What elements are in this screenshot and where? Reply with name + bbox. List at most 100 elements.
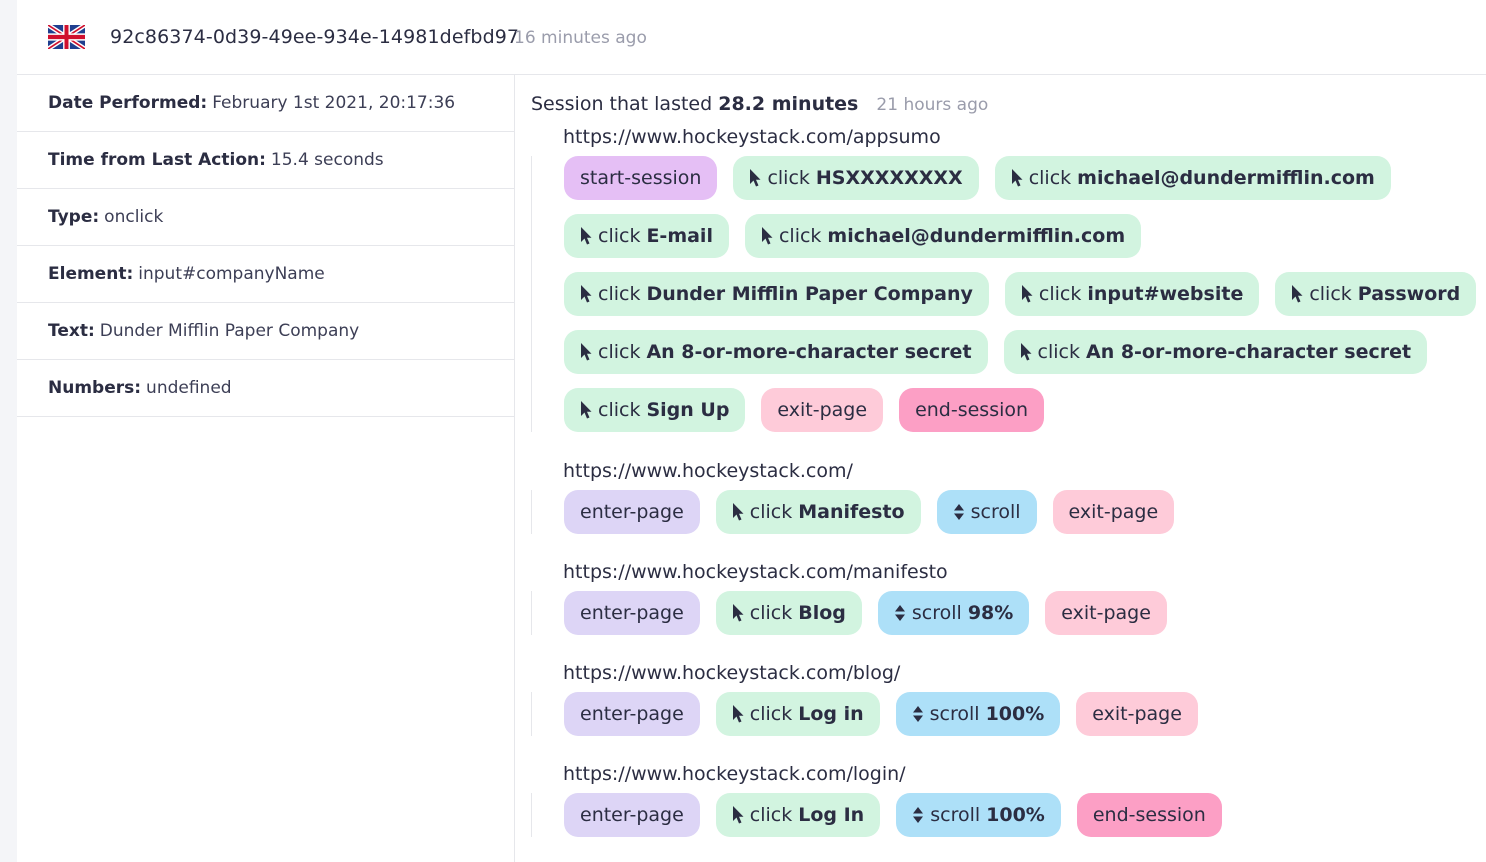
event-label: click [1038,283,1082,305]
event-line: click An 8-or-more-character secret click A… [564,330,1486,374]
event-pill-click[interactable]: click Log In [715,793,881,837]
event-detail: Blog [798,602,846,624]
cursor-icon [581,343,592,361]
event-label: enter-page [580,602,684,624]
event-label: click [749,804,793,826]
session-id: 92c86374-0d39-49ee-934e-14981defbd97 [110,26,520,48]
session-time-ago: 16 minutes ago [514,28,647,48]
session-ago: 21 hours ago [876,95,989,115]
scroll-updown-icon [913,807,924,823]
event-label: scroll [970,501,1021,523]
event-pill-click[interactable]: click An 8-or-more-character secret [564,330,988,374]
detail-row-type: Type: onclick [17,189,514,246]
event-pill-enter-page[interactable]: enter-page [564,490,700,534]
event-label: click [1028,167,1072,189]
event-pill-end-session[interactable]: end-session [899,388,1045,432]
page-url[interactable]: https://www.hockeystack.com/login/ [563,763,1238,793]
event-pill-scroll[interactable]: scroll [936,490,1037,534]
event-label: end-session [915,399,1029,421]
event-detail: input#website [1087,283,1244,305]
page-events: enter-page click Log in scroll 100% exit-page [531,692,1214,736]
event-label: click [598,399,641,421]
page-url[interactable]: https://www.hockeystack.com/manifesto [563,561,1183,591]
event-label: click [767,167,810,189]
event-label: enter-page [580,804,684,826]
event-detail: E-mail [646,225,713,247]
event-pill-click[interactable]: click Log in [715,692,880,736]
event-detail: HSXXXXXXXX [815,167,963,189]
page-visit: https://www.hockeystack.com/manifesto ent… [531,561,1183,649]
page-visit: https://www.hockeystack.com/enter-page cl… [531,460,1190,548]
event-label: scroll [911,602,962,624]
session-timeline: Session that lasted 28.2 minutes 21 hour… [515,75,1486,862]
event-label: click [598,225,641,247]
detail-row-text: Text: Dunder Mifflin Paper Company [17,303,514,360]
event-pill-exit-page[interactable]: exit-page [1076,692,1198,736]
detail-value: February 1st 2021, 20:17:36 [212,93,456,113]
event-detail: michael@dundermifflin.com [1077,167,1375,189]
event-pill-click[interactable]: click Password [1275,272,1477,316]
detail-row-date: Date Performed: February 1st 2021, 20:17… [17,75,514,132]
detail-value: Dunder Mifflin Paper Company [99,321,360,341]
event-detail: michael@dundermifflin.com [827,225,1126,247]
detail-key: Text: [48,321,95,341]
event-pill-exit-page[interactable]: exit-page [1052,490,1175,534]
detail-value: undefined [146,378,232,398]
event-label: click [778,225,822,247]
page-url[interactable]: https://www.hockeystack.com/appsumo [563,126,1486,156]
event-pill-click[interactable]: click input#website [1004,272,1260,316]
cursor-icon [1292,285,1303,303]
event-pill-click[interactable]: click An 8-or-more-character secret [1003,330,1428,374]
cursor-icon [732,604,744,622]
event-pill-click[interactable]: click Sign Up [564,388,746,432]
event-line: click Dunder Mifflin Paper Company click in… [564,272,1486,316]
event-pill-enter-page[interactable]: enter-page [564,692,700,736]
event-label: end-session [1092,804,1206,826]
detail-value: 15.4 seconds [270,150,384,170]
page-events: start-session click HSXXXXXXXX click michael… [531,156,1486,432]
cursor-icon [1011,169,1023,187]
cursor-icon [1020,343,1032,361]
event-label: enter-page [580,501,684,523]
event-pill-exit-page[interactable]: exit-page [761,388,884,432]
event-pill-end-session[interactable]: end-session [1076,793,1222,837]
event-pill-enter-page[interactable]: enter-page [564,591,700,635]
event-label: exit-page [1068,501,1159,523]
uk-flag-icon [48,25,85,49]
page-visit: https://www.hockeystack.com/login/enter-… [531,763,1238,851]
detail-value: input#companyName [138,264,325,284]
event-label: scroll [930,804,981,826]
session-duration: 28.2 minutes [718,93,859,115]
page-url[interactable]: https://www.hockeystack.com/ [563,460,1190,490]
event-line: enter-page click Log In scroll 100% end-sessi… [564,793,1238,837]
cursor-icon [1021,285,1033,303]
event-pill-click[interactable]: click michael@dundermifflin.com [994,156,1391,200]
detail-value: onclick [104,207,164,227]
event-pill-click[interactable]: click Dunder Mifflin Paper Company [564,272,989,316]
page-url[interactable]: https://www.hockeystack.com/blog/ [563,662,1214,692]
event-pill-exit-page[interactable]: exit-page [1045,591,1167,635]
event-detail: 100% [986,804,1045,826]
event-pill-scroll[interactable]: scroll 98% [877,591,1030,635]
event-pill-enter-page[interactable]: enter-page [564,793,700,837]
event-pill-click[interactable]: click HSXXXXXXXX [733,156,979,200]
event-pill-start-session[interactable]: start-session [564,156,718,200]
event-label: click [598,341,641,363]
event-label: click [749,501,793,523]
page-events: enter-page click Manifesto scroll exit-page [531,490,1190,534]
event-pill-click[interactable]: click michael@dundermifflin.com [744,214,1142,258]
event-line: start-session click HSXXXXXXXX click michael… [564,156,1486,200]
event-pill-scroll[interactable]: scroll 100% [896,793,1061,837]
detail-row-numbers: Numbers: undefined [17,360,514,417]
event-label: click [749,602,793,624]
page-events: enter-page click Blog scroll 98% exit-page [531,591,1183,635]
event-pill-click[interactable]: click Blog [715,591,862,635]
detail-row-time-from-last: Time from Last Action: 15.4 seconds [17,132,514,189]
detail-key: Time from Last Action: [48,150,266,170]
cursor-icon [732,806,744,824]
event-pill-scroll[interactable]: scroll 100% [895,692,1061,736]
event-pill-click[interactable]: click E-mail [564,214,729,258]
session-header: 92c86374-0d39-49ee-934e-14981defbd97 16 … [17,0,1486,75]
event-pill-click[interactable]: click Manifesto [715,490,921,534]
cursor-icon [732,503,744,521]
